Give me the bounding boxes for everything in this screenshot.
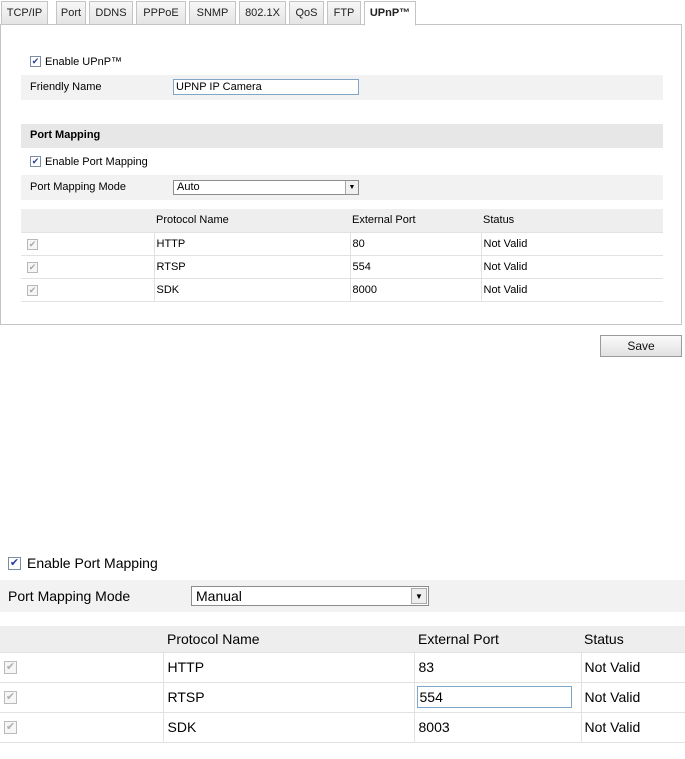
protocol-cell: RTSP: [162, 682, 414, 713]
checkmark-icon: ✔: [28, 284, 37, 295]
zoom-column-header-protocol: Protocol Name: [163, 626, 414, 653]
tab-snmp[interactable]: SNMP: [189, 1, 236, 25]
table-row: ✔ HTTP 83 Not Valid: [0, 652, 685, 683]
tab-port[interactable]: Port: [56, 1, 86, 25]
checkmark-icon: ✔: [31, 56, 40, 66]
row-checkbox: ✔: [4, 720, 17, 734]
zoom-column-header-external-port: External Port: [414, 626, 581, 653]
chevron-down-icon[interactable]: ▼: [411, 588, 427, 604]
zoom-port-mapping-table: Protocol Name External Port Status ✔ HTT…: [0, 626, 685, 743]
zoom-table-header-row: Protocol Name External Port Status: [0, 626, 685, 653]
protocol-cell: SDK: [153, 278, 350, 302]
upnp-settings-panel: ✔ Enable UPnP™ Friendly Name UPNP IP Cam…: [0, 24, 682, 325]
friendly-name-label: Friendly Name: [30, 81, 102, 93]
port-mapping-mode-row: Port Mapping Mode Auto ▼: [21, 175, 663, 200]
checkmark-icon: ✔: [9, 557, 20, 569]
tab-pppoe[interactable]: PPPoE: [136, 1, 186, 25]
enable-port-mapping-checkbox[interactable]: ✔: [30, 156, 41, 167]
external-port-cell: 80: [349, 232, 481, 256]
tab-tcpip[interactable]: TCP/IP: [1, 1, 48, 25]
row-checkbox: ✔: [27, 238, 38, 250]
checkmark-icon: ✔: [5, 660, 16, 673]
enable-upnp-label: Enable UPnP™: [45, 56, 123, 68]
external-port-cell: 554: [349, 255, 481, 279]
chevron-down-icon[interactable]: ▼: [345, 181, 358, 194]
status-cell: Not Valid: [580, 652, 685, 683]
status-cell: Not Valid: [580, 712, 685, 743]
protocol-cell: RTSP: [153, 255, 350, 279]
zoom-port-mapping-mode-value: Manual: [196, 588, 242, 604]
friendly-name-input[interactable]: UPNP IP Camera: [173, 79, 359, 95]
tab-ftp[interactable]: FTP: [327, 1, 361, 25]
protocol-cell: HTTP: [153, 232, 350, 256]
zoom-enable-port-mapping-label: Enable Port Mapping: [27, 555, 158, 571]
friendly-name-row: Friendly Name UPNP IP Camera: [21, 75, 663, 100]
port-mapping-section-header: Port Mapping: [21, 124, 663, 148]
table-row: ✔ SDK 8000 Not Valid: [21, 278, 663, 302]
tab-qos[interactable]: QoS: [289, 1, 324, 25]
protocol-cell: HTTP: [162, 652, 414, 683]
column-header-protocol: Protocol Name: [154, 209, 350, 233]
tab-ddns[interactable]: DDNS: [89, 1, 133, 25]
status-cell: Not Valid: [480, 255, 663, 279]
tab-upnp[interactable]: UPnP™: [364, 1, 416, 26]
column-header-external-port: External Port: [350, 209, 481, 233]
checkmark-icon: ✔: [5, 690, 16, 703]
zoom-column-header-select: [0, 626, 163, 653]
port-mapping-mode-value: Auto: [177, 181, 200, 193]
external-port-cell: 554: [413, 682, 581, 713]
table-row: ✔ HTTP 80 Not Valid: [21, 232, 663, 256]
tab-8021x[interactable]: 802.1X: [239, 1, 286, 25]
checkmark-icon: ✔: [31, 156, 40, 166]
table-row: ✔ RTSP 554 Not Valid: [21, 255, 663, 279]
table-row: ✔ RTSP 554 Not Valid: [0, 682, 685, 713]
external-port-cell: 8000: [349, 278, 481, 302]
protocol-cell: SDK: [162, 712, 414, 743]
zoom-enable-port-mapping-row: ✔ Enable Port Mapping: [0, 554, 685, 574]
external-port-input[interactable]: 554: [416, 686, 572, 708]
enable-upnp-checkbox[interactable]: ✔: [30, 56, 41, 67]
zoom-column-header-status: Status: [581, 626, 685, 653]
zoom-port-mapping-mode-select[interactable]: Manual ▼: [191, 586, 429, 606]
port-mapping-mode-select[interactable]: Auto ▼: [173, 180, 359, 195]
row-checkbox: ✔: [27, 261, 38, 273]
status-cell: Not Valid: [480, 278, 663, 302]
status-cell: Not Valid: [580, 682, 685, 713]
section-title: Port Mapping: [30, 129, 101, 141]
table-row: ✔ SDK 8003 Not Valid: [0, 712, 685, 743]
port-mapping-table: Protocol Name External Port Status ✔ HTT…: [21, 209, 663, 302]
checkmark-icon: ✔: [28, 261, 37, 272]
column-header-select: [21, 209, 154, 233]
zoom-port-mapping-mode-row: Port Mapping Mode Manual ▼: [0, 580, 685, 612]
row-checkbox: ✔: [4, 660, 17, 674]
zoom-enable-port-mapping-checkbox[interactable]: ✔: [8, 557, 21, 570]
checkmark-icon: ✔: [5, 720, 16, 733]
port-mapping-mode-label: Port Mapping Mode: [30, 181, 126, 193]
network-tabs: TCP/IP Port DDNS PPPoE SNMP 802.1X QoS F…: [0, 0, 682, 26]
table-header-row: Protocol Name External Port Status: [21, 209, 663, 233]
external-port-cell[interactable]: 8003: [413, 712, 581, 743]
enable-port-mapping-row: ✔ Enable Port Mapping: [21, 153, 663, 171]
row-checkbox: ✔: [4, 690, 17, 704]
enable-upnp-row: ✔ Enable UPnP™: [21, 55, 663, 71]
save-button[interactable]: Save: [600, 335, 682, 357]
column-header-status: Status: [481, 209, 663, 233]
status-cell: Not Valid: [480, 232, 663, 256]
zoom-port-mapping-mode-label: Port Mapping Mode: [8, 588, 131, 604]
enable-port-mapping-label: Enable Port Mapping: [45, 156, 148, 168]
checkmark-icon: ✔: [28, 238, 37, 249]
row-checkbox: ✔: [27, 284, 38, 296]
external-port-cell[interactable]: 83: [413, 652, 581, 683]
